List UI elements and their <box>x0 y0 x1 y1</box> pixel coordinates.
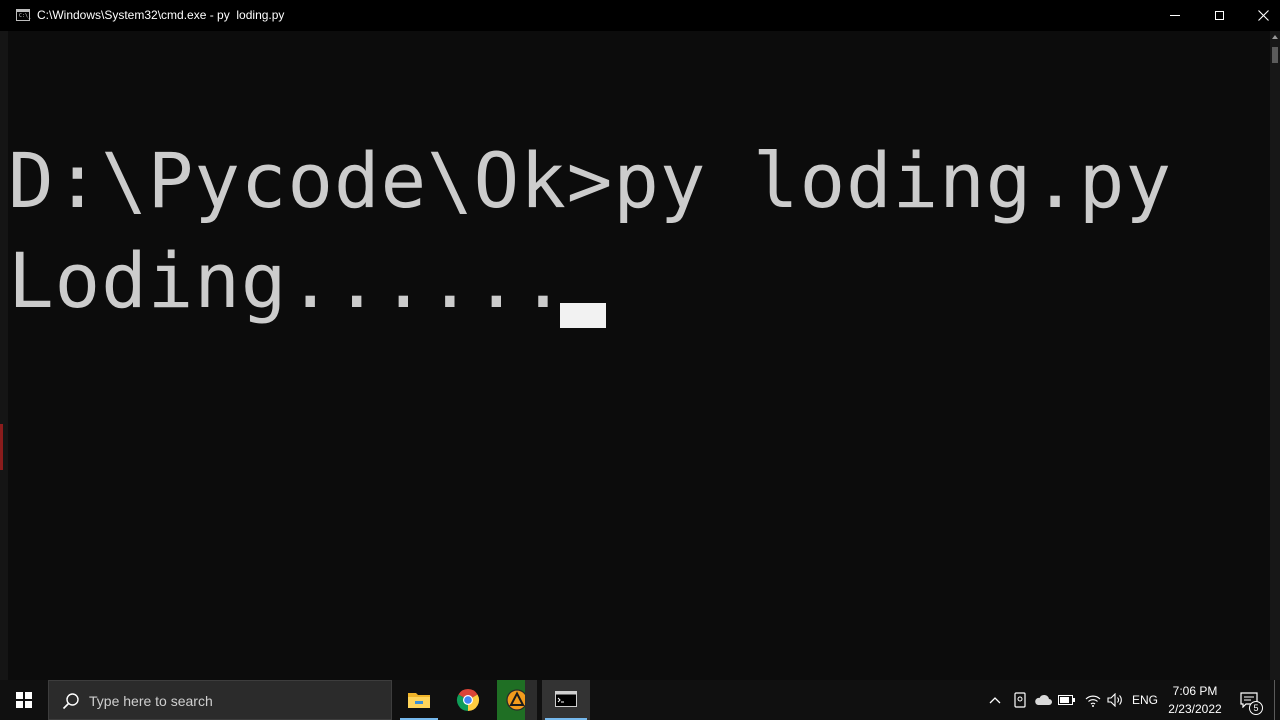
speaker-icon <box>1107 693 1122 707</box>
command-prompt-icon <box>555 691 577 707</box>
show-desktop-button[interactable] <box>1274 680 1275 720</box>
show-hidden-icons-button[interactable] <box>985 680 1005 720</box>
tray-onedrive[interactable] <box>1032 680 1054 720</box>
taskbar: Type here to search ENG 7:06 PM 2/23/202… <box>0 680 1280 720</box>
close-icon <box>1257 10 1269 21</box>
search-placeholder: Type here to search <box>89 693 213 709</box>
maximize-button[interactable] <box>1196 0 1242 31</box>
chrome-icon <box>456 689 480 711</box>
tray-network[interactable] <box>1082 680 1104 720</box>
chevron-up-icon <box>989 697 1001 704</box>
maximize-icon <box>1214 11 1224 20</box>
cmd-app-icon-text: C:\_ <box>19 13 32 19</box>
taskbar-chrome[interactable] <box>446 680 490 720</box>
taskbar-command-prompt[interactable] <box>542 680 590 720</box>
console-edge <box>0 31 8 680</box>
input-language-indicator[interactable]: ENG <box>1132 693 1158 707</box>
desktop-screen: C:\_ C:\Windows\System32\cmd.exe - py lo… <box>0 0 1280 720</box>
notification-count-badge: 5 <box>1249 701 1263 715</box>
meet-now-icon <box>1014 692 1026 708</box>
windows-logo-icon <box>16 692 32 708</box>
taskbar-aimp-edge <box>525 680 537 720</box>
scroll-up-icon[interactable] <box>1272 35 1278 39</box>
start-button[interactable] <box>0 680 48 720</box>
clock-time[interactable]: 7:06 PM <box>1162 684 1228 698</box>
battery-icon <box>1058 695 1075 705</box>
minimize-button[interactable] <box>1152 0 1198 31</box>
window-title: C:\Windows\System32\cmd.exe - py loding.… <box>37 8 285 22</box>
cmd-app-icon[interactable]: C:\_ <box>16 9 32 21</box>
tray-meet-now[interactable] <box>1010 680 1030 720</box>
tray-volume[interactable] <box>1104 680 1126 720</box>
console-edge-marker <box>0 424 3 470</box>
window-title-bar[interactable]: C:\_ C:\Windows\System32\cmd.exe - py lo… <box>0 0 1280 31</box>
taskbar-search-box[interactable]: Type here to search <box>48 680 392 720</box>
vertical-scrollbar[interactable] <box>1270 31 1280 680</box>
search-icon <box>62 693 79 710</box>
text-cursor <box>560 303 606 328</box>
taskbar-file-explorer[interactable] <box>397 680 441 720</box>
console-line-output: Loding...... <box>8 236 567 325</box>
tray-battery[interactable] <box>1057 680 1077 720</box>
scroll-thumb[interactable] <box>1272 47 1278 63</box>
console-line-command: D:\Pycode\Ok>py loding.py <box>8 136 1172 225</box>
minimize-icon <box>1170 15 1180 16</box>
onedrive-cloud-icon <box>1035 694 1052 705</box>
clock-date[interactable]: 2/23/2022 <box>1162 702 1228 716</box>
console-output[interactable]: D:\Pycode\Ok>py loding.py Loding...... <box>0 31 1270 680</box>
folder-icon <box>408 693 430 708</box>
wifi-icon <box>1085 695 1101 707</box>
close-button[interactable] <box>1240 0 1280 31</box>
